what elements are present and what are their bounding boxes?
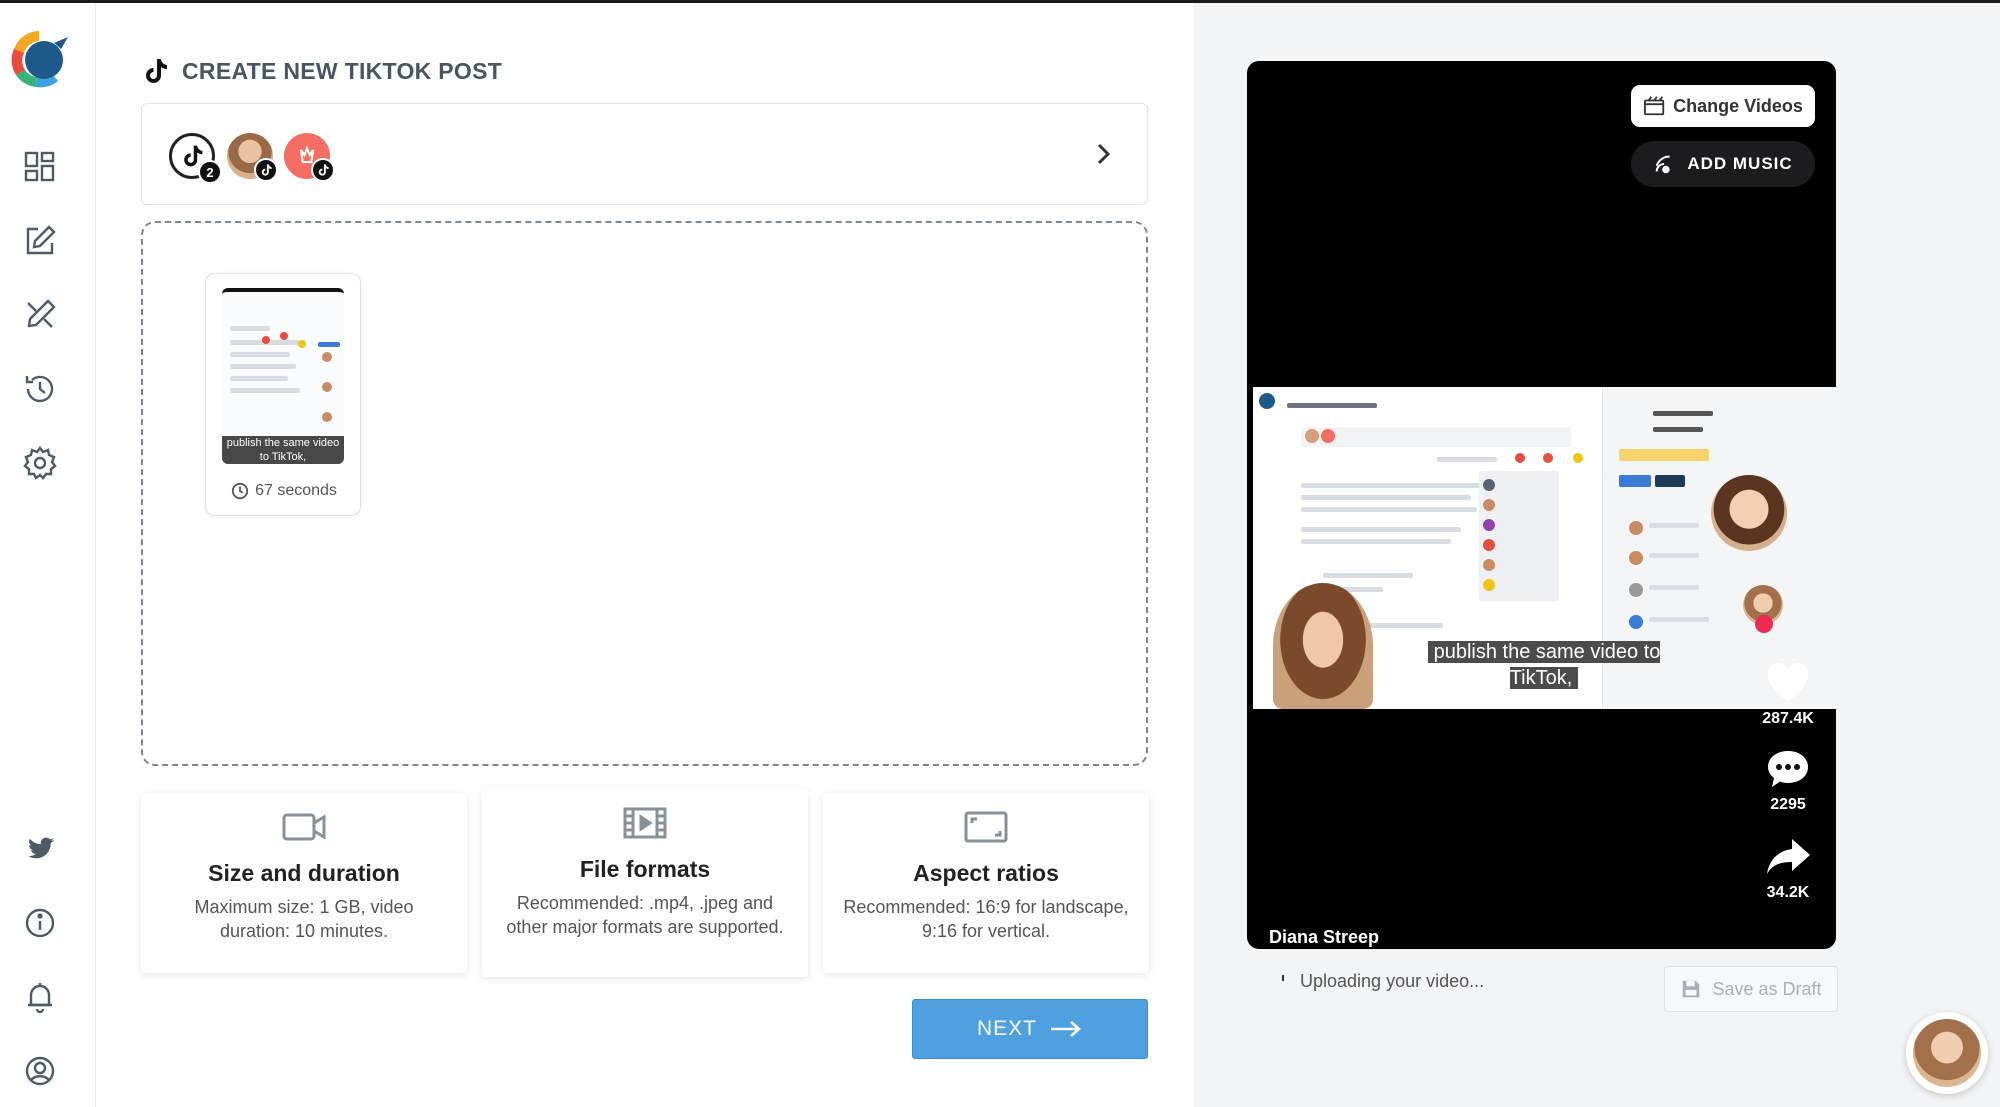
clock-icon [231,482,249,500]
info-card-text: Recommended: 16:9 for landscape, 9:16 fo… [843,897,1129,941]
sidebar [0,3,96,1107]
change-videos-button[interactable]: Change Videos [1631,85,1815,127]
create-post-main: CREATE NEW TIKTOK POST 2 publish the sam… [96,3,1194,1107]
film-strip-icon [623,807,667,839]
account-avatar[interactable] [227,133,278,182]
tiktok-preview: Change Videos ADD MUSIC publish the same… [1247,61,1836,949]
schedule-history-icon[interactable] [22,371,58,407]
info-card-aspect: Aspect ratios Recommended: 16:9 for land… [823,793,1149,973]
info-card-title: Size and duration [208,860,400,886]
music-wave-icon [1656,155,1671,174]
aspect-ratio-icon [964,811,1008,843]
app-logo[interactable] [6,25,72,93]
info-card-text: Maximum size: 1 GB, video duration: 10 m… [194,897,414,941]
preview-panel: Change Videos ADD MUSIC publish the same… [1194,3,2000,1107]
page-title: CREATE NEW TIKTOK POST [182,57,503,84]
spinner-icon [1281,974,1285,981]
tiktok-icon [146,59,167,83]
compose-icon[interactable] [22,223,58,259]
account-avatar-group[interactable]: 2 [169,133,222,184]
save-draft-button[interactable]: Save as Draft [1664,966,1838,1012]
arrow-right-icon [1051,1021,1081,1037]
share-arrow-icon [1767,839,1810,874]
notifications-bell-icon[interactable] [22,979,58,1015]
account-count-badge: 2 [198,160,222,184]
info-card-title: Aspect ratios [913,860,1059,886]
comment-count: 2295 [1770,796,1806,813]
share-count: 34.2K [1766,884,1810,901]
like-count: 287.4K [1762,710,1814,727]
video-thumbnail: publish the same video to TikTok, [222,288,344,464]
uploaded-video-card[interactable]: publish the same video to TikTok, 67 sec… [205,273,361,516]
support-chat-avatar[interactable] [1906,1012,1988,1094]
video-dropzone[interactable]: publish the same video to TikTok, 67 sec… [141,221,1148,766]
add-music-label: ADD MUSIC [1687,154,1793,173]
upload-status: Uploading your video... [1276,971,1484,992]
upload-status-text: Uploading your video... [1300,971,1485,991]
comment-action[interactable]: 2295 [1747,747,1829,814]
page-header: CREATE NEW TIKTOK POST [140,56,502,86]
user-profile-icon[interactable] [22,1053,58,1089]
chevron-right-icon[interactable] [1087,138,1119,170]
share-action[interactable]: 34.2K [1747,835,1829,902]
dashboard-icon[interactable] [22,149,58,185]
info-card-size: Size and duration Maximum size: 1 GB, vi… [141,793,467,973]
comment-icon [1768,751,1808,787]
tiktok-badge-icon [254,158,278,182]
video-camera-icon [282,813,326,841]
next-button-label: NEXT [976,1017,1037,1040]
info-card-formats: File formats Recommended: .mp4, .jpeg an… [482,789,808,977]
presenter-video [1273,583,1373,709]
video-edit-icon [1644,96,1665,116]
info-card-text: Recommended: .mp4, .jpeg and other major… [506,893,784,937]
info-card-title: File formats [579,856,711,882]
duration-text: 67 seconds [255,482,337,499]
video-caption: publish the same video to TikTok, [1424,639,1664,691]
info-icon[interactable] [22,905,58,941]
heart-icon [1767,662,1809,701]
settings-gear-icon[interactable] [22,445,58,481]
caption-text: publish the same video to TikTok, [1427,641,1661,689]
creator-name: Diana Streep [1269,927,1380,947]
account-avatar[interactable] [284,133,335,182]
twitter-icon[interactable] [22,831,58,867]
thumbnail-caption: publish the same video to TikTok, [222,436,344,464]
like-action[interactable]: 287.4K [1747,661,1829,728]
floppy-disk-icon [1683,980,1700,998]
add-music-button[interactable]: ADD MUSIC [1631,141,1815,187]
change-videos-label: Change Videos [1673,95,1803,116]
video-duration: 67 seconds [206,482,362,500]
next-button[interactable]: NEXT [912,999,1148,1059]
design-icon[interactable] [22,297,58,333]
save-draft-label: Save as Draft [1712,978,1822,999]
account-selector[interactable]: 2 [141,103,1148,205]
tiktok-badge-icon [311,158,335,182]
